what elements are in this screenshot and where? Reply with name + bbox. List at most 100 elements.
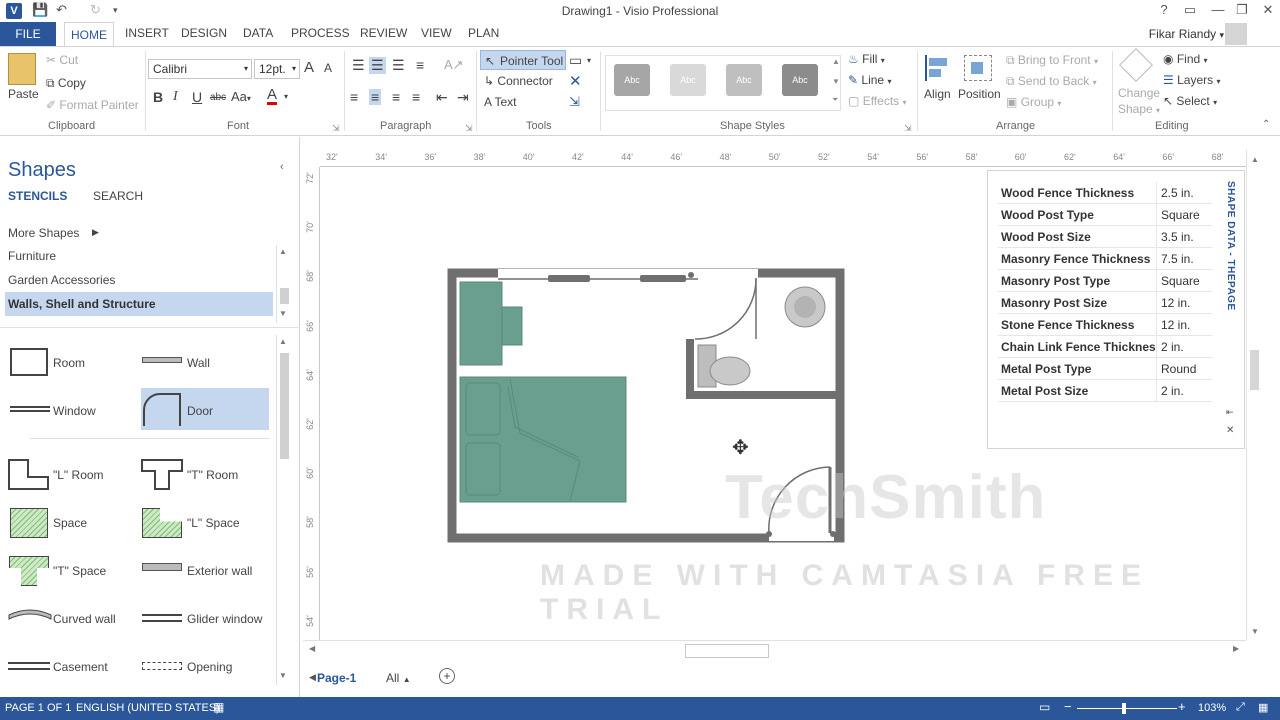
user-name[interactable]: Fikar Riandy ▾ (1149, 27, 1224, 41)
tab-plan[interactable]: PLAN (468, 26, 499, 40)
collapse-panel-icon[interactable]: ‹ (280, 161, 284, 173)
shape-data-value[interactable]: 2 in. (1161, 384, 1184, 398)
gallery-up-icon[interactable]: ▲ (832, 57, 840, 66)
shape-data-row[interactable]: Metal Post Size 2 in. (998, 380, 1212, 402)
font-color-button[interactable]: A (267, 87, 278, 105)
tab-stencils[interactable]: STENCILS (8, 189, 67, 203)
vertical-scrollbar[interactable]: ▲ ▼ (1246, 150, 1262, 640)
minimize-button[interactable]: — (1206, 2, 1230, 17)
shape-t-space[interactable]: "T" Space (53, 564, 106, 578)
exterior-wall-shape-icon[interactable] (142, 563, 182, 571)
shape-data-value[interactable]: Square (1161, 208, 1200, 222)
shape-data-value[interactable]: 2.5 in. (1161, 186, 1194, 200)
shape-data-value[interactable]: 12 in. (1161, 296, 1190, 310)
casement-shape-icon[interactable] (8, 662, 50, 670)
shape-room[interactable]: Room (53, 356, 85, 370)
connection-point-icon[interactable]: ✕ (569, 72, 582, 90)
shape-window[interactable]: Window (53, 404, 96, 418)
copy-button[interactable]: ⧉ Copy (46, 76, 86, 91)
justify-icon[interactable]: ≡ (412, 89, 420, 105)
italic-button[interactable]: I (173, 89, 178, 105)
align-top-icon[interactable]: ☰ (352, 57, 365, 74)
layers-button[interactable]: ☰ Layers ▾ (1163, 73, 1221, 87)
rectangle-tool-icon[interactable]: ▭ (569, 52, 582, 69)
more-shapes-menu[interactable]: More Shapes ▶ (8, 226, 99, 240)
text-direction-icon[interactable]: A↗ (444, 57, 464, 73)
select-button[interactable]: ↖ Select ▾ (1163, 94, 1217, 108)
gallery-down-icon[interactable]: ▼ (832, 77, 840, 86)
shape-data-row[interactable]: Wood Post Size 3.5 in. (998, 226, 1212, 248)
stencil-list-scrollbar[interactable]: ▲ ▼ (276, 245, 291, 323)
tab-search[interactable]: SEARCH (93, 189, 143, 203)
shape-wall[interactable]: Wall (187, 356, 210, 370)
shrink-font-button[interactable]: A (324, 61, 332, 75)
bring-to-front-button[interactable]: ⧉ Bring to Front ▾ (1006, 53, 1098, 68)
fit-window-icon[interactable]: ⤢ (1236, 701, 1245, 714)
close-shape-data-icon[interactable]: ✕ (1226, 425, 1234, 436)
style-thumb-4[interactable]: Abc (782, 64, 818, 96)
shape-exterior-wall[interactable]: Exterior wall (187, 564, 252, 578)
style-thumb-3[interactable]: Abc (726, 64, 762, 96)
scroll-down-icon[interactable]: ▼ (1251, 627, 1259, 636)
zoom-slider-thumb[interactable] (1122, 703, 1126, 714)
tab-home[interactable]: HOME (64, 22, 114, 47)
underline-button[interactable]: U (192, 89, 202, 105)
decrease-indent-icon[interactable]: ⇤ (436, 89, 448, 106)
stencil-garden-accessories[interactable]: Garden Accessories (8, 273, 115, 287)
wall-shape-icon[interactable] (142, 357, 182, 363)
connector-button[interactable]: ↳ Connector (484, 74, 553, 88)
font-color-dropdown-icon[interactable]: ▾ (284, 92, 288, 101)
change-shape-button-line2[interactable]: Shape ▾ (1118, 102, 1160, 116)
tab-design[interactable]: DESIGN (181, 26, 227, 40)
scroll-up-icon[interactable]: ▲ (1251, 155, 1259, 164)
zoom-in-icon[interactable]: + (1178, 699, 1186, 714)
align-bottom-icon[interactable]: ☰ (392, 57, 405, 74)
shape-data-row[interactable]: Masonry Post Size 12 in. (998, 292, 1212, 314)
horizontal-scroll-thumb[interactable] (685, 644, 769, 658)
shape-styles-dialog-launcher-icon[interactable]: ⇲ (904, 123, 912, 134)
shapes-scrollbar[interactable]: ▲ ▼ (276, 335, 291, 685)
avatar[interactable] (1225, 23, 1247, 45)
group-button[interactable]: ▣ Group ▾ (1006, 95, 1061, 109)
grow-font-button[interactable]: A (304, 59, 314, 76)
page-prev-icon[interactable]: ◀ (309, 672, 316, 683)
shape-data-row[interactable]: Metal Post Type Round (998, 358, 1212, 380)
room-shape-icon[interactable] (10, 348, 48, 376)
align-left-icon[interactable]: ≡ (350, 89, 358, 105)
shape-opening[interactable]: Opening (187, 660, 232, 674)
align-button[interactable]: Align (924, 87, 951, 101)
collapse-ribbon-icon[interactable]: ⌃ (1262, 119, 1270, 130)
stencil-furniture[interactable]: Furniture (8, 249, 56, 263)
zoom-slider-track[interactable] (1077, 708, 1177, 709)
close-button[interactable]: ✕ (1256, 2, 1280, 18)
zoom-level[interactable]: 103% (1198, 702, 1226, 714)
gallery-more-icon[interactable]: ⏷ (832, 95, 838, 105)
align-center-icon[interactable]: ≡ (369, 89, 382, 105)
send-to-back-button[interactable]: ⧉ Send to Back ▾ (1006, 74, 1097, 89)
text-tool-button[interactable]: A Text (484, 95, 516, 109)
all-pages-button[interactable]: All ▲ (386, 671, 411, 685)
scroll-left-icon[interactable]: ◀ (309, 644, 315, 653)
align-icon[interactable] (925, 55, 951, 81)
tab-file[interactable]: FILE (0, 22, 56, 46)
page-indicator[interactable]: PAGE 1 OF 1 (5, 702, 71, 714)
help-button[interactable]: ? (1152, 2, 1176, 17)
glider-window-shape-icon[interactable] (142, 614, 182, 622)
pin-icon[interactable]: ⇤ (1226, 407, 1234, 418)
shape-glider-window[interactable]: Glider window (187, 612, 262, 626)
bold-button[interactable]: B (153, 89, 163, 105)
shape-data-row[interactable]: Stone Fence Thickness 12 in. (998, 314, 1212, 336)
font-size-select[interactable]: 12pt. ▾ (254, 59, 300, 79)
cut-button[interactable]: ✂ Cut (46, 53, 78, 67)
format-painter-button[interactable]: ✐ Format Painter (46, 98, 139, 112)
l-space-shape-icon[interactable] (142, 508, 182, 538)
shape-space[interactable]: Space (53, 516, 87, 530)
tab-view[interactable]: VIEW (421, 26, 452, 40)
change-shape-button[interactable]: Change (1118, 86, 1160, 100)
tab-insert[interactable]: INSERT (125, 26, 169, 40)
shape-data-row[interactable]: Masonry Fence Thickness 7.5 in. (998, 248, 1212, 270)
stencil-walls-shell-structure[interactable]: Walls, Shell and Structure (5, 292, 273, 316)
zoom-out-icon[interactable]: − (1064, 699, 1072, 714)
line-button[interactable]: ✎ Line ▾ (848, 73, 891, 87)
paste-button[interactable]: Paste (8, 87, 39, 101)
